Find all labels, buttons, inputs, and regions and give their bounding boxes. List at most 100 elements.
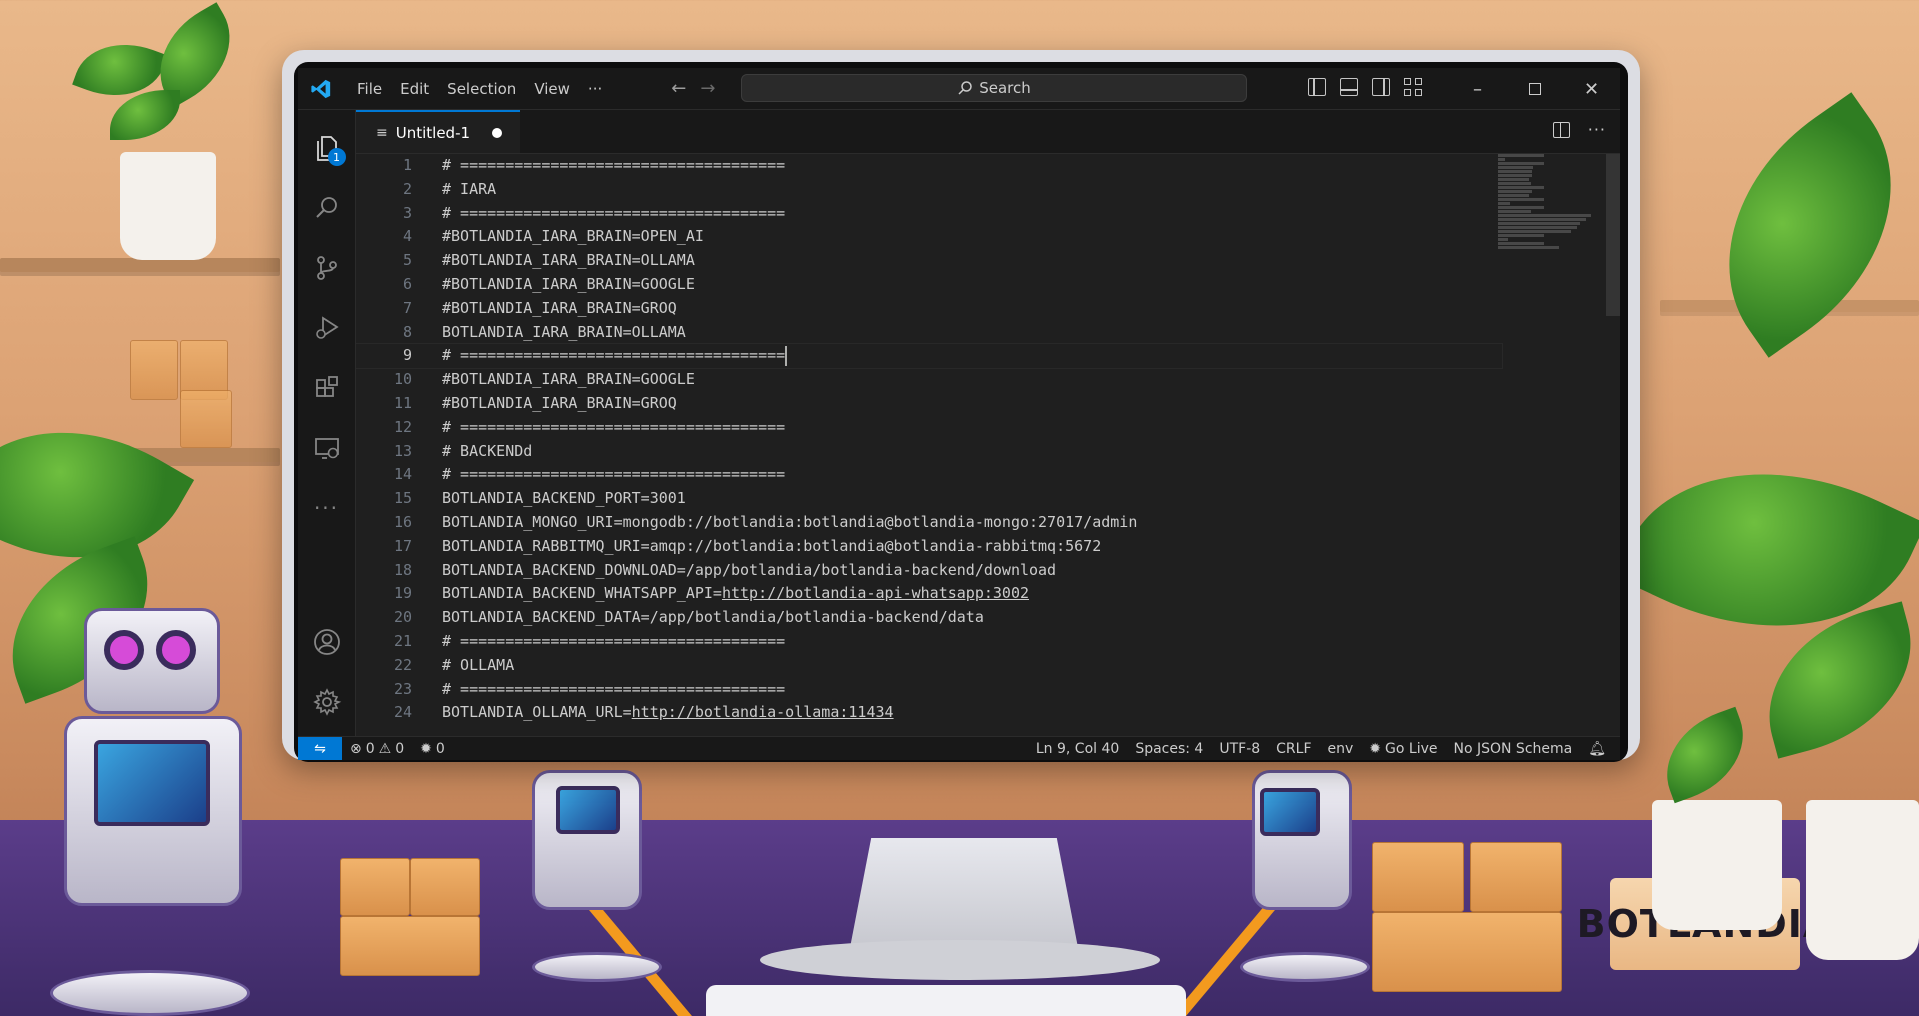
remote-explorer-button[interactable] xyxy=(298,418,356,478)
run-debug-button[interactable] xyxy=(298,298,356,358)
line-text[interactable]: # ==================================== xyxy=(442,463,785,487)
code-line[interactable]: 16 BOTLANDIA_MONGO_URI=mongodb://botlandi… xyxy=(356,511,1502,535)
code-line[interactable]: 21 # ==================================== xyxy=(356,630,1502,654)
back-arrow-icon[interactable]: ← xyxy=(671,78,686,99)
explorer-button[interactable]: 1 xyxy=(298,118,356,178)
json-schema[interactable]: No JSON Schema xyxy=(1445,741,1580,757)
code-line[interactable]: 17 BOTLANDIA_RABBITMQ_URI=amqp://botlandi… xyxy=(356,535,1502,559)
warning-count: 0 xyxy=(395,740,405,757)
line-text[interactable]: # OLLAMA xyxy=(442,654,514,678)
code-line[interactable]: 19 BOTLANDIA_BACKEND_WHATSAPP_API=http://… xyxy=(356,582,1502,606)
more-actions-icon[interactable]: ··· xyxy=(1588,122,1606,138)
maximize-icon[interactable] xyxy=(1506,68,1563,110)
line-text[interactable]: # ==================================== xyxy=(442,344,788,368)
cursor-position[interactable]: Ln 9, Col 40 xyxy=(1028,741,1127,757)
line-text[interactable]: BOTLANDIA_MONGO_URI=mongodb://botlandia:… xyxy=(442,511,1137,535)
code-line[interactable]: 12 # ==================================== xyxy=(356,416,1502,440)
unsaved-dot-icon[interactable] xyxy=(492,127,503,138)
encoding[interactable]: UTF-8 xyxy=(1211,741,1268,757)
url-link[interactable]: http://botlandia-ollama:11434 xyxy=(632,703,894,721)
line-text[interactable]: # ==================================== xyxy=(442,154,785,178)
problems-indicator[interactable]: ⊗ 0 ⚠ 0 xyxy=(342,741,412,757)
line-text[interactable]: # ==================================== xyxy=(442,630,785,654)
code-line[interactable]: 20 BOTLANDIA_BACKEND_DATA=/app/botlandia/… xyxy=(356,606,1502,630)
code-lines[interactable]: 1 # ==================================== 2… xyxy=(356,154,1503,725)
code-line[interactable]: 14 # ==================================== xyxy=(356,463,1502,487)
wall-shelf-top xyxy=(0,258,280,272)
toggle-panel-icon[interactable] xyxy=(1340,78,1358,96)
code-line[interactable]: 10 #BOTLANDIA_IARA_BRAIN=GOOGLE xyxy=(356,368,1502,392)
line-text[interactable]: # ==================================== xyxy=(442,678,785,702)
menu-view[interactable]: View xyxy=(525,80,579,98)
line-text[interactable]: BOTLANDIA_BACKEND_WHATSAPP_API=http://bo… xyxy=(442,582,1029,606)
line-text[interactable]: BOTLANDIA_OLLAMA_URL=http://botlandia-ol… xyxy=(442,701,894,725)
code-line[interactable]: 1 # ==================================== xyxy=(356,154,1502,178)
extensions-button[interactable] xyxy=(298,358,356,418)
line-text[interactable]: BOTLANDIA_BACKEND_DOWNLOAD=/app/botlandi… xyxy=(442,559,1056,583)
language-mode[interactable]: env xyxy=(1320,741,1362,757)
split-editor-icon[interactable] xyxy=(1552,122,1570,138)
tab-untitled-1[interactable]: ≡ Untitled-1 xyxy=(356,110,521,153)
line-text[interactable]: # IARA xyxy=(442,178,496,202)
code-editor[interactable]: 1 # ==================================== 2… xyxy=(356,154,1620,736)
go-live-button[interactable]: ✹ Go Live xyxy=(1361,741,1445,757)
vertical-scrollbar[interactable] xyxy=(1606,154,1620,316)
line-content: BOTLANDIA_IARA_BRAIN=OLLAMA xyxy=(442,322,686,341)
code-line[interactable]: 22 # OLLAMA xyxy=(356,654,1502,678)
code-line[interactable]: 15 BOTLANDIA_BACKEND_PORT=3001 xyxy=(356,487,1502,511)
line-text[interactable]: # BACKENDd xyxy=(442,440,532,464)
customize-layout-icon[interactable] xyxy=(1404,78,1422,96)
code-line[interactable]: 3 # ==================================== xyxy=(356,202,1502,226)
close-icon[interactable]: ✕ xyxy=(1563,68,1620,110)
menu-more[interactable]: ··· xyxy=(579,80,611,98)
line-text[interactable]: #BOTLANDIA_IARA_BRAIN=OLLAMA xyxy=(442,249,695,273)
minimap[interactable] xyxy=(1498,154,1608,284)
code-line[interactable]: 18 BOTLANDIA_BACKEND_DOWNLOAD=/app/botlan… xyxy=(356,559,1502,583)
toggle-secondary-sidebar-icon[interactable] xyxy=(1372,78,1390,96)
line-text[interactable]: #BOTLANDIA_IARA_BRAIN=GROQ xyxy=(442,392,677,416)
indentation[interactable]: Spaces: 4 xyxy=(1127,741,1211,757)
menu-selection[interactable]: Selection xyxy=(438,80,525,98)
code-line[interactable]: 7 #BOTLANDIA_IARA_BRAIN=GROQ xyxy=(356,297,1502,321)
line-text[interactable]: BOTLANDIA_BACKEND_PORT=3001 xyxy=(442,487,686,511)
source-control-button[interactable] xyxy=(298,238,356,298)
ports-indicator[interactable]: ✹ 0 xyxy=(412,741,453,757)
line-text[interactable]: # ==================================== xyxy=(442,202,785,226)
more-views-button[interactable]: ··· xyxy=(298,478,356,538)
url-link[interactable]: http://botlandia-api-whatsapp:3002 xyxy=(722,584,1029,602)
line-text[interactable]: BOTLANDIA_BACKEND_DATA=/app/botlandia/bo… xyxy=(442,606,984,630)
minimap-line xyxy=(1498,190,1532,193)
toggle-primary-sidebar-icon[interactable] xyxy=(1308,78,1326,96)
line-text[interactable]: #BOTLANDIA_IARA_BRAIN=OPEN_AI xyxy=(442,225,704,249)
code-line[interactable]: 4 #BOTLANDIA_IARA_BRAIN=OPEN_AI xyxy=(356,225,1502,249)
accounts-button[interactable] xyxy=(298,612,356,672)
line-text[interactable]: BOTLANDIA_IARA_BRAIN=OLLAMA xyxy=(442,321,686,345)
line-text[interactable]: #BOTLANDIA_IARA_BRAIN=GOOGLE xyxy=(442,273,695,297)
code-line[interactable]: 24 BOTLANDIA_OLLAMA_URL=http://botlandia-… xyxy=(356,701,1502,725)
code-line[interactable]: 8 BOTLANDIA_IARA_BRAIN=OLLAMA xyxy=(356,321,1502,345)
search-button[interactable] xyxy=(298,178,356,238)
line-text[interactable]: #BOTLANDIA_IARA_BRAIN=GROQ xyxy=(442,297,677,321)
code-line[interactable]: 2 # IARA xyxy=(356,178,1502,202)
remote-indicator[interactable]: ⇋ xyxy=(298,736,342,760)
line-text[interactable]: BOTLANDIA_RABBITMQ_URI=amqp://botlandia:… xyxy=(442,535,1101,559)
menu-file[interactable]: File xyxy=(348,80,391,98)
code-line[interactable]: 9 # ==================================== xyxy=(356,343,1503,370)
menu-edit[interactable]: Edit xyxy=(391,80,438,98)
line-text[interactable]: #BOTLANDIA_IARA_BRAIN=GOOGLE xyxy=(442,368,695,392)
code-line[interactable]: 6 #BOTLANDIA_IARA_BRAIN=GOOGLE xyxy=(356,273,1502,297)
end-of-line[interactable]: CRLF xyxy=(1268,741,1319,757)
code-line[interactable]: 13 # BACKENDd xyxy=(356,440,1502,464)
code-line[interactable]: 5 #BOTLANDIA_IARA_BRAIN=OLLAMA xyxy=(356,249,1502,273)
line-text[interactable]: # ==================================== xyxy=(442,416,785,440)
notifications-bell-icon[interactable]: 🔔︎ xyxy=(1580,741,1614,757)
minimize-icon[interactable]: – xyxy=(1449,68,1506,110)
forward-arrow-icon[interactable]: → xyxy=(700,78,715,99)
line-number: 17 xyxy=(393,536,412,555)
code-line[interactable]: 23 # ==================================== xyxy=(356,678,1502,702)
code-line[interactable]: 11 #BOTLANDIA_IARA_BRAIN=GROQ xyxy=(356,392,1502,416)
minimap-line xyxy=(1498,246,1559,249)
tab-label: Untitled-1 xyxy=(395,123,471,142)
manage-button[interactable] xyxy=(298,672,356,732)
command-center-search[interactable]: Search xyxy=(741,74,1247,102)
